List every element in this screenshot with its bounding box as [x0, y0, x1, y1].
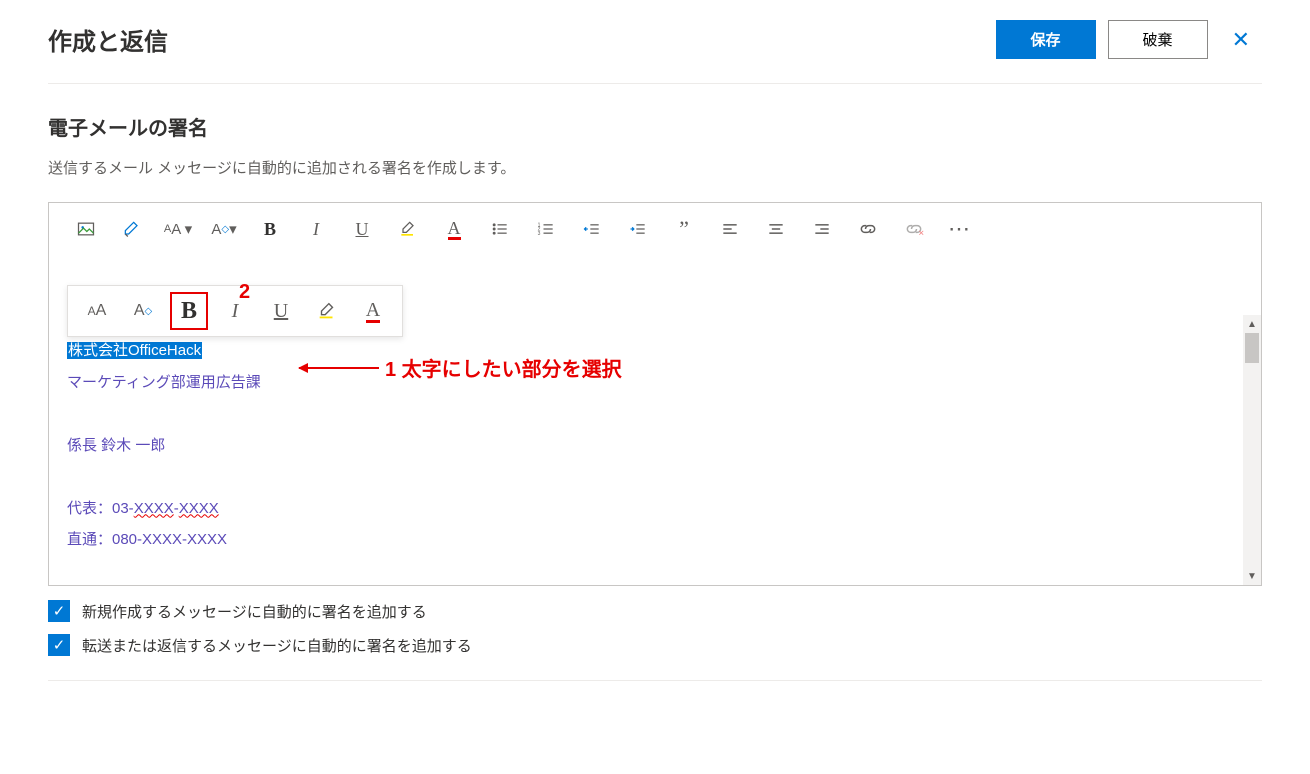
signature-line-1[interactable]: 株式会社OfficeHack	[67, 342, 202, 359]
mini-font-icon[interactable]: AA	[78, 292, 116, 330]
checkbox-new-message[interactable]: ✓ 新規作成するメッセージに自動的に署名を追加する	[48, 600, 1262, 622]
number-list-icon[interactable]: 123	[527, 213, 565, 245]
link-icon[interactable]	[849, 213, 887, 245]
mini-highlight-icon[interactable]	[308, 292, 346, 330]
header-actions: 保存 破棄 ✕	[996, 20, 1262, 59]
format-painter-icon[interactable]	[113, 213, 151, 245]
indent-icon[interactable]	[619, 213, 657, 245]
align-right-icon[interactable]	[803, 213, 841, 245]
editor-toolbar: AA ▾ A◇ ▾ B I U A 123 ” ✕ ⋯	[49, 203, 1261, 255]
signature-line-2[interactable]: マーケティング部運用広告課	[67, 367, 1243, 399]
mini-bold-icon[interactable]: B	[170, 292, 208, 330]
align-center-icon[interactable]	[757, 213, 795, 245]
bold-icon[interactable]: B	[251, 213, 289, 245]
checkbox-label-1: 新規作成するメッセージに自動的に署名を追加する	[82, 601, 427, 622]
align-left-icon[interactable]	[711, 213, 749, 245]
scrollbar-thumb[interactable]	[1245, 333, 1259, 363]
mini-underline-icon[interactable]: U	[262, 292, 300, 330]
signature-editor: AA ▾ A◇ ▾ B I U A 123 ” ✕ ⋯ 2	[48, 202, 1262, 586]
close-icon[interactable]: ✕	[1220, 23, 1262, 57]
font-size-icon[interactable]: A◇ ▾	[205, 213, 243, 245]
more-icon[interactable]: ⋯	[941, 213, 979, 245]
mini-font-size-icon[interactable]: A◇	[124, 292, 162, 330]
checkbox-label-2: 転送または返信するメッセージに自動的に署名を追加する	[82, 635, 472, 656]
underline-icon[interactable]: U	[343, 213, 381, 245]
signature-line-5[interactable]: 直通：080-XXXX-XXXX	[67, 524, 1243, 556]
page-title: 作成と返信	[48, 22, 168, 57]
checkbox-checked-icon[interactable]: ✓	[48, 634, 70, 656]
highlight-icon[interactable]	[389, 213, 427, 245]
bullet-list-icon[interactable]	[481, 213, 519, 245]
signature-line-4[interactable]: 代表：03-XXXX-XXXX	[67, 493, 1243, 525]
signature-section: 電子メールの署名 送信するメール メッセージに自動的に追加される署名を作成します…	[48, 112, 1262, 681]
save-button[interactable]: 保存	[996, 20, 1096, 59]
checkbox-group: ✓ 新規作成するメッセージに自動的に署名を追加する ✓ 転送または返信するメッセ…	[48, 600, 1262, 656]
unlink-icon[interactable]: ✕	[895, 213, 933, 245]
signature-line-3[interactable]: 係長 鈴木 一郎	[67, 430, 1243, 462]
checkbox-reply-forward[interactable]: ✓ 転送または返信するメッセージに自動的に署名を追加する	[48, 634, 1262, 656]
outdent-icon[interactable]	[573, 213, 611, 245]
svg-text:3: 3	[538, 231, 541, 237]
mini-font-color-icon[interactable]: A	[354, 292, 392, 330]
divider	[48, 680, 1262, 681]
discard-button[interactable]: 破棄	[1108, 20, 1208, 59]
section-heading: 電子メールの署名	[48, 112, 1262, 141]
svg-text:✕: ✕	[918, 229, 924, 238]
mini-italic-icon[interactable]: I	[216, 292, 254, 330]
checkbox-checked-icon[interactable]: ✓	[48, 600, 70, 622]
section-description: 送信するメール メッセージに自動的に追加される署名を作成します。	[48, 157, 1262, 178]
font-color-icon[interactable]: A	[435, 213, 473, 245]
scrollbar[interactable]: ▲ ▼	[1243, 315, 1261, 585]
header: 作成と返信 保存 破棄 ✕	[48, 20, 1262, 84]
italic-icon[interactable]: I	[297, 213, 335, 245]
insert-image-icon[interactable]	[67, 213, 105, 245]
scroll-up-icon[interactable]: ▲	[1243, 315, 1261, 333]
mini-toolbar: AA A◇ B I U A	[67, 285, 403, 337]
scroll-down-icon[interactable]: ▼	[1243, 567, 1261, 585]
font-icon[interactable]: AA ▾	[159, 213, 197, 245]
quote-icon[interactable]: ”	[665, 213, 703, 245]
